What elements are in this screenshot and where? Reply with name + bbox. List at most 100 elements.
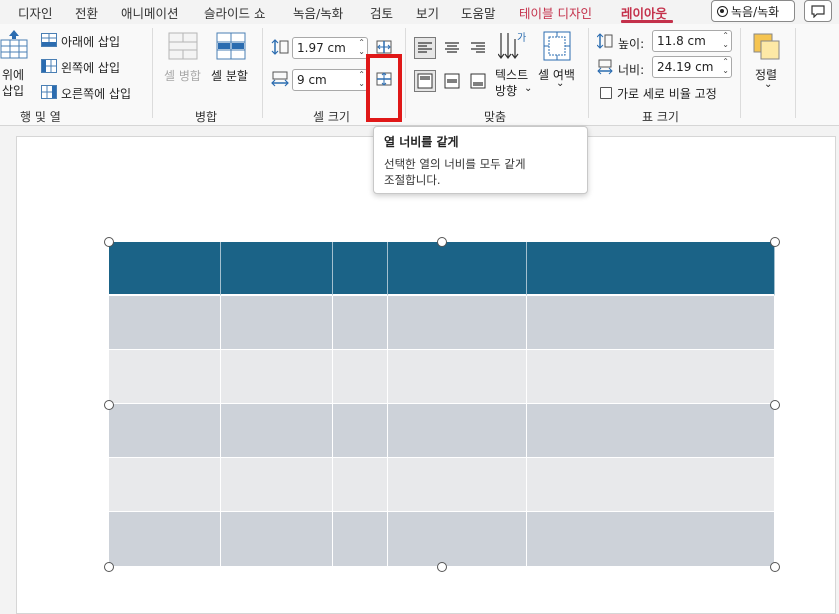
resize-handle[interactable] bbox=[437, 562, 447, 572]
chevron-down-icon[interactable]: ⌄ bbox=[524, 83, 532, 94]
insert-above-label[interactable]: 위에 bbox=[2, 66, 24, 83]
group-label-cell-size: 셀 크기 bbox=[313, 110, 350, 124]
tab-review[interactable]: 검토 bbox=[370, 3, 393, 22]
align-top-icon[interactable] bbox=[414, 70, 436, 95]
table-cell[interactable] bbox=[221, 404, 333, 458]
insert-above-icon[interactable] bbox=[0, 30, 28, 63]
tab-view[interactable]: 보기 bbox=[416, 3, 439, 22]
table-cell[interactable] bbox=[109, 296, 221, 350]
merge-cells-button[interactable]: 셀 병합 bbox=[164, 67, 201, 84]
table-cell[interactable] bbox=[388, 296, 527, 350]
tab-slideshow[interactable]: 슬라이드 쇼 bbox=[204, 3, 265, 22]
table-height-value: 11.8 cm bbox=[657, 34, 706, 48]
table-cell[interactable] bbox=[333, 458, 388, 512]
table-row[interactable] bbox=[109, 512, 775, 567]
table-cell[interactable] bbox=[109, 242, 221, 296]
lock-aspect-checkbox[interactable] bbox=[600, 87, 612, 99]
table-row[interactable] bbox=[109, 296, 775, 350]
table-cell[interactable] bbox=[333, 350, 388, 404]
tab-animations[interactable]: 애니메이션 bbox=[121, 3, 179, 22]
insert-left-button[interactable]: 왼쪽에 삽입 bbox=[61, 59, 120, 76]
tab-design[interactable]: 디자인 bbox=[18, 3, 53, 22]
insert-left-icon[interactable] bbox=[41, 59, 57, 76]
resize-handle[interactable] bbox=[437, 237, 447, 247]
resize-handle[interactable] bbox=[770, 562, 780, 572]
table-cell[interactable] bbox=[333, 242, 388, 296]
chevron-down-icon[interactable]: ⌄ bbox=[764, 79, 772, 90]
lock-aspect-label[interactable]: 가로 세로 비율 고정 bbox=[617, 85, 717, 102]
text-direction-icon[interactable]: 가 bbox=[497, 31, 528, 66]
cell-width-value: 9 cm bbox=[297, 73, 327, 87]
table-cell[interactable] bbox=[388, 350, 527, 404]
align-bottom-icon[interactable] bbox=[467, 70, 489, 95]
insert-above-label-2[interactable]: 삽입 bbox=[2, 82, 24, 99]
table-cell[interactable] bbox=[109, 458, 221, 512]
table-cell[interactable] bbox=[333, 512, 388, 567]
table-height-input[interactable]: 11.8 cm ⌃ ⌄ bbox=[652, 30, 732, 52]
insert-below-icon[interactable] bbox=[41, 33, 57, 50]
table-cell[interactable] bbox=[221, 242, 333, 296]
table-cell[interactable] bbox=[221, 512, 333, 567]
table-cell[interactable] bbox=[109, 350, 221, 404]
table-cell[interactable] bbox=[221, 296, 333, 350]
insert-right-button[interactable]: 오른쪽에 삽입 bbox=[61, 85, 131, 102]
tab-record[interactable]: 녹음/녹화 bbox=[293, 3, 343, 22]
cell-height-input[interactable]: 1.97 cm ⌃ ⌄ bbox=[292, 37, 368, 59]
resize-handle[interactable] bbox=[770, 237, 780, 247]
table[interactable] bbox=[109, 242, 775, 567]
align-left-icon[interactable] bbox=[414, 37, 436, 62]
resize-handle[interactable] bbox=[104, 562, 114, 572]
table-cell[interactable] bbox=[333, 404, 388, 458]
table-cell[interactable] bbox=[221, 350, 333, 404]
merge-cells-icon bbox=[168, 32, 198, 63]
ribbon: 위에 삽입 아래에 삽입 왼쪽에 삽입 오른쪽에 삽입 행 및 열 셀 병합 셀… bbox=[0, 24, 839, 126]
table-cell[interactable] bbox=[527, 242, 775, 296]
separator bbox=[405, 28, 406, 118]
table-cell[interactable] bbox=[527, 350, 775, 404]
table-width-input[interactable]: 24.19 cm ⌃ ⌄ bbox=[652, 56, 732, 78]
arrange-icon[interactable] bbox=[752, 32, 782, 65]
split-cells-icon[interactable] bbox=[216, 32, 246, 63]
table-height-spinner[interactable]: ⌃ ⌄ bbox=[722, 31, 729, 49]
table-row[interactable] bbox=[109, 350, 775, 404]
align-center-icon[interactable] bbox=[441, 37, 463, 62]
table-header-row[interactable] bbox=[109, 242, 775, 296]
chevron-down-icon[interactable]: ⌄ bbox=[556, 78, 564, 89]
table-cell[interactable] bbox=[388, 242, 527, 296]
resize-handle[interactable] bbox=[770, 400, 780, 410]
highlight-box bbox=[366, 54, 402, 122]
align-middle-icon[interactable] bbox=[441, 70, 463, 95]
text-direction-button[interactable]: 텍스트 bbox=[495, 66, 528, 83]
text-direction-button-2[interactable]: 방향 bbox=[495, 82, 517, 99]
table-width-spinner[interactable]: ⌃ ⌄ bbox=[722, 57, 729, 75]
table-row[interactable] bbox=[109, 404, 775, 458]
table-row[interactable] bbox=[109, 458, 775, 512]
table-cell[interactable] bbox=[109, 512, 221, 567]
tab-help[interactable]: 도움말 bbox=[461, 3, 496, 22]
tab-table-design[interactable]: 테이블 디자인 bbox=[519, 3, 592, 22]
table-cell[interactable] bbox=[527, 404, 775, 458]
table-width-icon bbox=[597, 59, 613, 78]
split-cells-button[interactable]: 셀 분할 bbox=[211, 67, 248, 84]
insert-below-button[interactable]: 아래에 삽입 bbox=[61, 33, 120, 50]
cell-width-input[interactable]: 9 cm ⌃ ⌄ bbox=[292, 69, 368, 91]
table-cell[interactable] bbox=[527, 512, 775, 567]
record-button[interactable]: 녹음/녹화 bbox=[711, 0, 795, 22]
tab-transitions[interactable]: 전환 bbox=[75, 3, 98, 22]
insert-right-icon[interactable] bbox=[41, 85, 57, 102]
table-cell[interactable] bbox=[109, 404, 221, 458]
table-cell[interactable] bbox=[527, 458, 775, 512]
table-cell[interactable] bbox=[388, 458, 527, 512]
table-cell[interactable] bbox=[221, 458, 333, 512]
resize-handle[interactable] bbox=[104, 400, 114, 410]
resize-handle[interactable] bbox=[104, 237, 114, 247]
table-cell[interactable] bbox=[527, 296, 775, 350]
cell-height-spinner[interactable]: ⌃ ⌄ bbox=[358, 38, 365, 56]
comments-button[interactable] bbox=[804, 0, 832, 22]
table-cell[interactable] bbox=[333, 296, 388, 350]
cell-margins-icon[interactable] bbox=[543, 31, 571, 64]
table-cell[interactable] bbox=[388, 512, 527, 567]
align-right-icon[interactable] bbox=[467, 37, 489, 62]
cell-width-spinner[interactable]: ⌃ ⌄ bbox=[358, 70, 365, 88]
table-cell[interactable] bbox=[388, 404, 527, 458]
